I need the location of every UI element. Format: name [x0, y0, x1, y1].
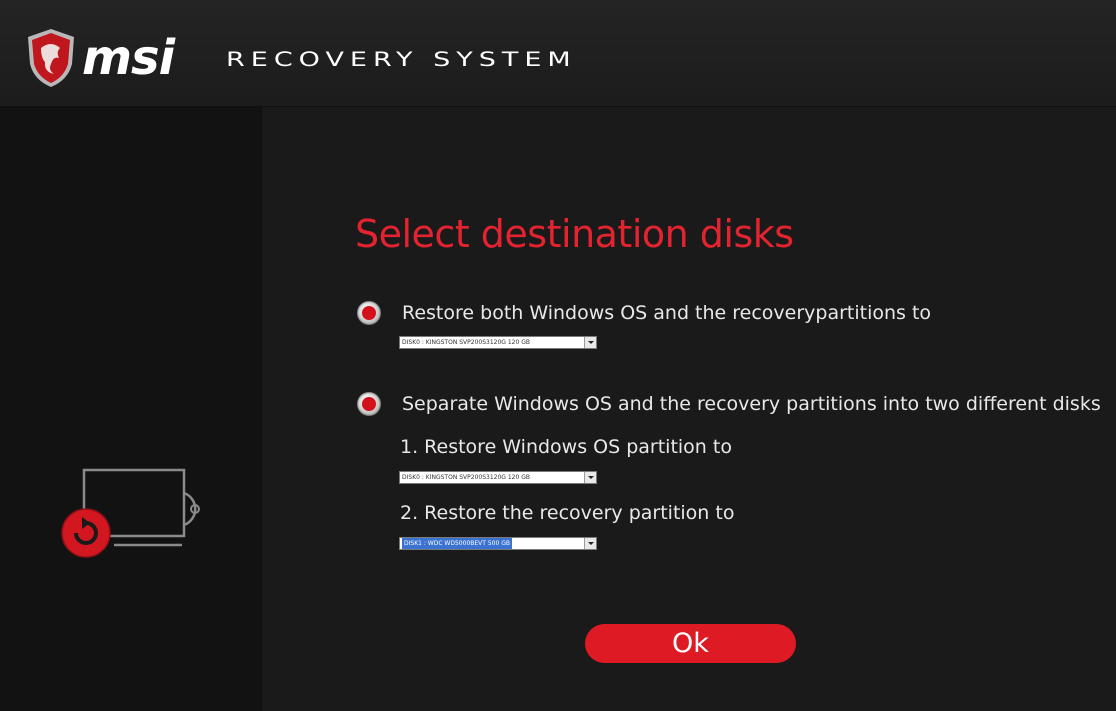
recovery-partition-label: 2. Restore the recovery partition to	[400, 502, 735, 524]
msi-logo: msi	[82, 30, 175, 86]
monitor-recovery-icon	[61, 468, 200, 558]
sidebar	[0, 107, 262, 711]
radio-button[interactable]	[357, 392, 381, 416]
dragon-shield-icon	[28, 29, 74, 87]
app-title: RECOVERY SYSTEM	[226, 48, 577, 72]
radio-restore-both[interactable]: Restore both Windows OS and the recovery…	[357, 301, 931, 325]
radio-dot	[362, 397, 376, 411]
radio-dot	[362, 306, 376, 320]
app-header: msi RECOVERY SYSTEM	[0, 0, 1116, 107]
option-label: Separate Windows OS and the recovery par…	[402, 393, 1101, 415]
select-value: DISK1 : WDC WD5000BEVT 500 GB	[402, 538, 512, 549]
disk-select-recovery[interactable]: DISK1 : WDC WD5000BEVT 500 GB	[399, 537, 597, 550]
ok-button[interactable]: Ok	[585, 624, 796, 663]
radio-button[interactable]	[357, 301, 381, 325]
select-value: DISK0 : KINGSTON SVP200S3120G 120 GB	[402, 474, 530, 481]
chevron-down-icon[interactable]	[584, 472, 596, 483]
chevron-down-icon[interactable]	[584, 337, 596, 348]
disk-select-os[interactable]: DISK0 : KINGSTON SVP200S3120G 120 GB	[399, 471, 597, 484]
os-partition-label: 1. Restore Windows OS partition to	[400, 436, 732, 458]
option-label: Restore both Windows OS and the recovery…	[402, 302, 932, 324]
select-value: DISK0 : KINGSTON SVP200S3120G 120 GB	[402, 339, 530, 346]
page-title: Select destination disks	[355, 212, 794, 256]
disk-select-both[interactable]: DISK0 : KINGSTON SVP200S3120G 120 GB	[399, 336, 597, 349]
chevron-down-icon[interactable]	[584, 538, 596, 549]
radio-separate[interactable]: Separate Windows OS and the recovery par…	[357, 392, 1101, 416]
